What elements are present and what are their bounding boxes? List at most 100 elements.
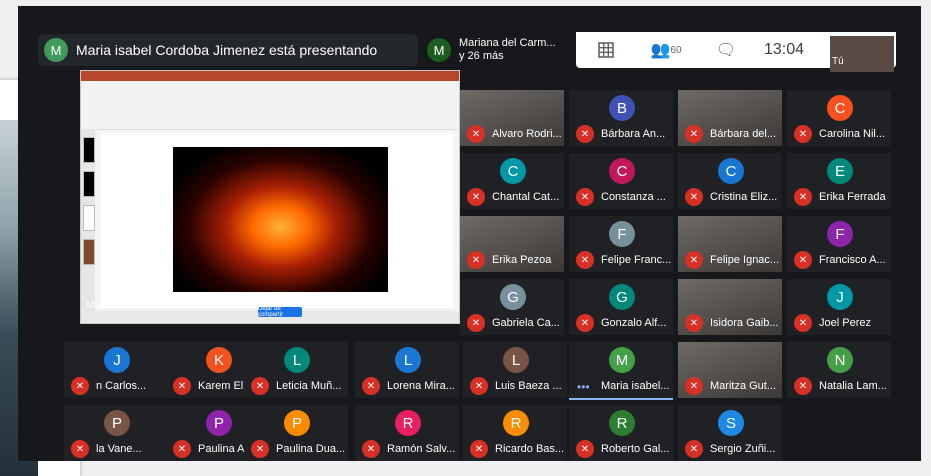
participant-tile[interactable]: P ✕ Paulina Dua...: [244, 405, 348, 461]
participant-avatar: P: [284, 410, 310, 436]
others-summary[interactable]: M Mariana del Carm... y 26 más: [421, 32, 571, 68]
mic-off-icon: ✕: [576, 440, 594, 458]
participant-name: Erika Ferrada: [819, 191, 886, 203]
participant-tile[interactable]: C ✕ Chantal Cat...: [460, 153, 564, 209]
others-count: y 26 más: [459, 50, 504, 62]
stop-sharing-button[interactable]: Dejar de compartir: [258, 306, 302, 318]
mic-off-icon: ✕: [173, 377, 191, 395]
participant-tile[interactable]: B ✕ Bárbara An...: [569, 90, 673, 146]
participant-name: Paulina Dua...: [276, 443, 346, 455]
participant-avatar: L: [395, 347, 421, 373]
participant-name: Felipe Ignac...: [710, 254, 780, 266]
thumbnail[interactable]: [83, 239, 95, 265]
slide-thumbnails: [81, 129, 95, 319]
thumbnail[interactable]: [83, 205, 95, 231]
participant-name: Ricardo Bas...: [495, 443, 565, 455]
participant-avatar: F: [609, 221, 635, 247]
participant-name: Alvaro Rodri...: [492, 128, 562, 140]
participant-tile[interactable]: G ✕ Gabriela Ca...: [460, 279, 564, 335]
people-icon: 👥: [650, 42, 671, 59]
participant-tile[interactable]: S ✕ Sergio Zuñi...: [678, 405, 782, 461]
participant-tile[interactable]: ✕ Maritza Gut...: [678, 342, 782, 398]
participant-name: Roberto Gal...: [601, 443, 670, 455]
participant-tile[interactable]: ✕ Isidora Gaib...: [678, 279, 782, 335]
participant-tile[interactable]: J ✕ Joel Perez: [787, 279, 891, 335]
people-count: 60: [670, 44, 682, 56]
mic-off-icon: ✕: [467, 251, 485, 269]
presenter-avatar: M: [44, 38, 68, 62]
participant-tile[interactable]: ✕ Bárbara del...: [678, 90, 782, 146]
participant-tile[interactable]: L ✕ Leticia Muñ...: [244, 342, 348, 398]
participant-avatar: C: [500, 158, 526, 184]
mic-off-icon: ✕: [685, 440, 703, 458]
mic-off-icon: ✕: [794, 251, 812, 269]
participant-avatar: M: [609, 347, 635, 373]
self-label: Tú: [832, 56, 844, 67]
participant-tile[interactable]: C ✕ Carolina Nil...: [787, 90, 891, 146]
mic-off-icon: ✕: [685, 125, 703, 143]
mic-off-icon: ✕: [685, 314, 703, 332]
participant-tile[interactable]: G ✕ Gonzalo Alf...: [569, 279, 673, 335]
participant-tile[interactable]: ✕ Alvaro Rodri...: [460, 90, 564, 146]
participant-name: Luis Baeza ...: [495, 380, 562, 392]
shared-powerpoint: [80, 70, 460, 324]
mic-off-icon: ✕: [173, 440, 191, 458]
participant-name: la Vane...: [96, 443, 142, 455]
participant-tile[interactable]: N ✕ Natalia Lam...: [787, 342, 891, 398]
people-button[interactable]: 👥 60: [636, 40, 696, 60]
slide-canvas: [101, 133, 453, 308]
participant-tile[interactable]: E ✕ Erika Ferrada: [787, 153, 891, 209]
participant-avatar: L: [503, 347, 529, 373]
mic-off-icon: ✕: [576, 125, 594, 143]
participant-tile[interactable]: F ✕ Francisco A...: [787, 216, 891, 272]
participant-tile[interactable]: P ✕ la Vane...: [64, 405, 168, 461]
mic-off-icon: ✕: [362, 440, 380, 458]
presenting-banner: M Maria isabel Cordoba Jimenez está pres…: [38, 34, 418, 66]
participant-name: Isidora Gaib...: [710, 317, 779, 329]
participant-tile[interactable]: J ✕ n Carlos...: [64, 342, 168, 398]
participant-avatar: C: [718, 158, 744, 184]
participant-name: Carolina Nil...: [819, 128, 886, 140]
participant-tile[interactable]: C ✕ Cristina Eliz...: [678, 153, 782, 209]
participant-tile[interactable]: L ✕ Lorena Mira...: [355, 342, 459, 398]
participant-avatar: J: [104, 347, 130, 373]
participant-name: Sergio Zuñi...: [710, 443, 776, 455]
participant-name: Chantal Cat...: [492, 191, 560, 203]
thumbnail[interactable]: [83, 171, 95, 197]
mic-off-icon: ✕: [467, 188, 485, 206]
participant-name: Natalia Lam...: [819, 380, 887, 392]
participant-tile[interactable]: C ✕ Constanza ...: [569, 153, 673, 209]
participant-avatar: B: [609, 95, 635, 121]
participant-tile[interactable]: R ✕ Roberto Gal...: [569, 405, 673, 461]
participant-tile[interactable]: ✕ Erika Pezoa: [460, 216, 564, 272]
participant-name: Maritza Gut...: [710, 380, 777, 392]
participant-name: n Carlos...: [96, 380, 147, 392]
participant-tile[interactable]: M ••• Maria isabel...: [569, 342, 673, 400]
ppt-ribbon: [81, 81, 459, 130]
mic-off-icon: ✕: [794, 314, 812, 332]
mic-off-icon: ✕: [685, 188, 703, 206]
participant-tile[interactable]: R ✕ Ricardo Bas...: [463, 405, 567, 461]
participant-avatar: C: [609, 158, 635, 184]
presenter-name-overlay: Maria isabel Cordoba Jimenez: [86, 300, 222, 311]
participant-avatar: N: [827, 347, 853, 373]
mic-off-icon: ✕: [576, 314, 594, 332]
mic-off-icon: ✕: [71, 377, 89, 395]
participant-avatar: K: [206, 347, 232, 373]
participant-tile[interactable]: L ✕ Luis Baeza ...: [463, 342, 567, 398]
participant-tile[interactable]: ✕ Felipe Ignac...: [678, 216, 782, 272]
participant-tile[interactable]: F ✕ Felipe Franc...: [569, 216, 673, 272]
mic-off-icon: ✕: [470, 440, 488, 458]
participant-name: Erika Pezoa: [492, 254, 552, 266]
participant-avatar: R: [503, 410, 529, 436]
others-avatar: M: [427, 38, 451, 62]
mic-off-icon: ✕: [794, 125, 812, 143]
participant-tile[interactable]: R ✕ Ramón Salv...: [355, 405, 459, 461]
participant-avatar: F: [827, 221, 853, 247]
thumbnail[interactable]: [83, 137, 95, 163]
grid-icon[interactable]: [576, 41, 636, 59]
mic-off-icon: ✕: [685, 377, 703, 395]
chat-icon[interactable]: 🗨: [696, 40, 756, 60]
mic-off-icon: ✕: [467, 125, 485, 143]
participant-name: Maria isabel...: [601, 380, 670, 392]
